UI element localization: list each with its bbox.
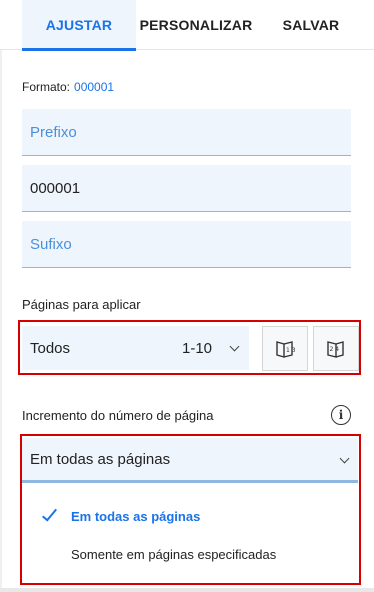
tab-ajustar[interactable]: AJUSTAR xyxy=(22,0,136,51)
odd-pages-button[interactable]: 1 3 xyxy=(262,326,308,371)
prefix-input[interactable]: Prefixo xyxy=(22,109,351,156)
pages-selected-value: Todos xyxy=(30,339,71,357)
increment-section-label: Incremento do número de página xyxy=(22,408,214,423)
option-label: Em todas as páginas xyxy=(71,508,201,524)
tab-bar: AJUSTAR PERSONALIZAR SALVAR xyxy=(0,0,374,51)
increment-options-menu: Em todas as páginas Somente em páginas e… xyxy=(22,486,358,582)
format-row: Formato: 000001 xyxy=(22,80,114,94)
increment-selected-value: Em todas as páginas xyxy=(30,450,171,468)
svg-text:1 3: 1 3 xyxy=(286,347,296,354)
option-all-pages[interactable]: Em todas as páginas xyxy=(22,497,358,535)
even-pages-button[interactable]: 2 4 xyxy=(313,326,359,371)
checkmark-icon xyxy=(41,505,58,522)
pages-dropdown[interactable]: Todos xyxy=(22,326,249,370)
bottom-divider xyxy=(0,588,374,592)
tab-salvar[interactable]: SALVAR xyxy=(270,0,352,50)
suffix-input[interactable]: Sufixo xyxy=(22,221,351,268)
even-pages-icon: 2 4 xyxy=(327,340,344,358)
format-value: 000001 xyxy=(74,80,115,94)
info-icon[interactable]: i xyxy=(331,405,351,425)
pages-range-value: 1-10 xyxy=(182,340,213,357)
pages-section-label: Páginas para aplicar xyxy=(22,297,141,312)
odd-pages-icon: 1 3 xyxy=(276,340,296,358)
panel-edge xyxy=(0,50,2,592)
tab-personalizar[interactable]: PERSONALIZAR xyxy=(140,0,253,50)
svg-text:2 4: 2 4 xyxy=(330,346,340,353)
option-label: Somente em páginas especificadas xyxy=(71,546,277,562)
number-input[interactable]: 000001 xyxy=(22,165,351,212)
format-label: Formato: xyxy=(22,80,71,94)
option-specified-pages[interactable]: Somente em páginas especificadas xyxy=(22,535,358,573)
increment-dropdown[interactable]: Em todas as páginas xyxy=(22,438,358,483)
